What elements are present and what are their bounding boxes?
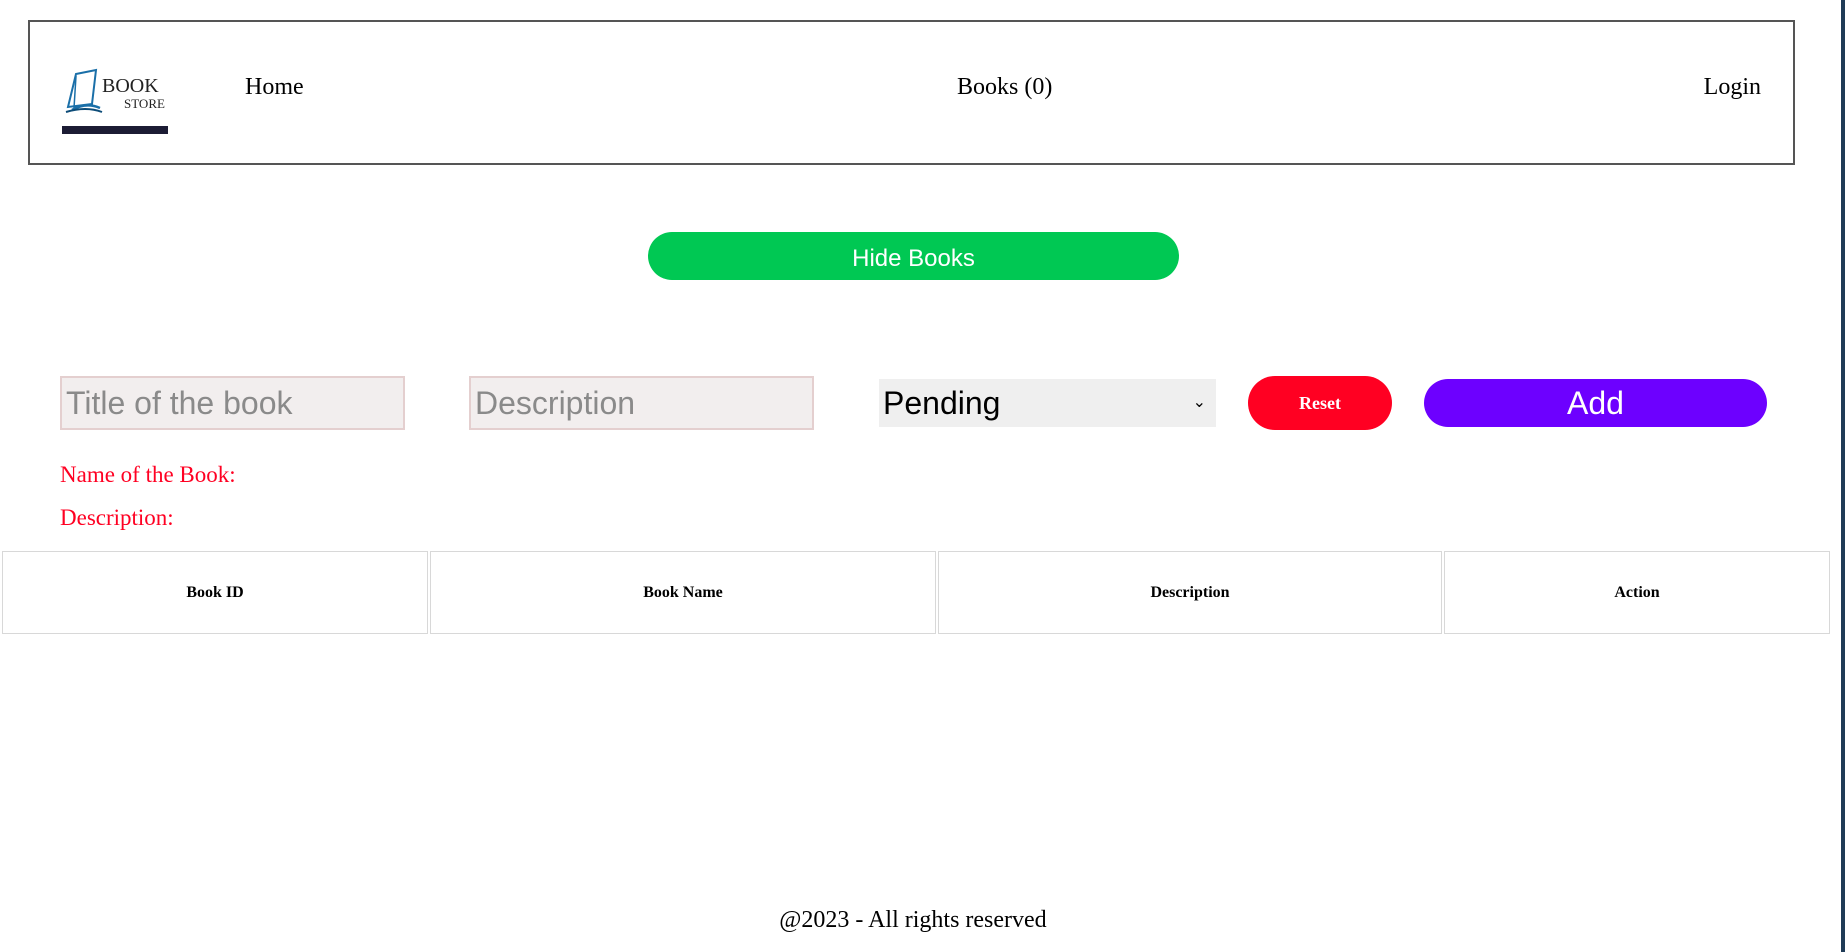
status-select[interactable]: Pending ⌄ [879, 379, 1216, 427]
reset-button[interactable]: Reset [1248, 376, 1392, 430]
nav-home-link[interactable]: Home [245, 72, 304, 102]
table-header-row: Book ID Book Name Description Action [2, 551, 1830, 634]
add-button[interactable]: Add [1424, 379, 1767, 427]
header-description: Description [938, 551, 1442, 634]
footer-copyright: @2023 - All rights reserved [779, 907, 1047, 933]
window-edge [1841, 0, 1845, 952]
navbar: BOOK STORE Home Books (0) Login [28, 20, 1795, 165]
status-selected-value: Pending [883, 384, 1001, 421]
page: BOOK STORE Home Books (0) Login Hide Boo… [0, 0, 1845, 952]
books-table: Book ID Book Name Description Action [0, 549, 1832, 636]
nav-login-link[interactable]: Login [1704, 72, 1761, 102]
book-store-logo[interactable]: BOOK STORE [62, 52, 168, 134]
header-book-id: Book ID [2, 551, 428, 634]
book-description-input[interactable] [469, 376, 814, 430]
nav-books-link[interactable]: Books (0) [957, 72, 1052, 102]
header-action: Action [1444, 551, 1830, 634]
header-book-name: Book Name [430, 551, 936, 634]
book-name-preview: Name of the Book: [60, 462, 236, 487]
chevron-down-icon: ⌄ [1192, 394, 1206, 411]
hide-books-button[interactable]: Hide Books [648, 232, 1179, 280]
open-book-icon: BOOK STORE [62, 52, 168, 134]
logo-text-line2: STORE [124, 96, 165, 111]
book-title-input[interactable] [60, 376, 405, 430]
logo-text-line1: BOOK [102, 75, 159, 97]
book-description-preview: Description: [60, 505, 174, 530]
